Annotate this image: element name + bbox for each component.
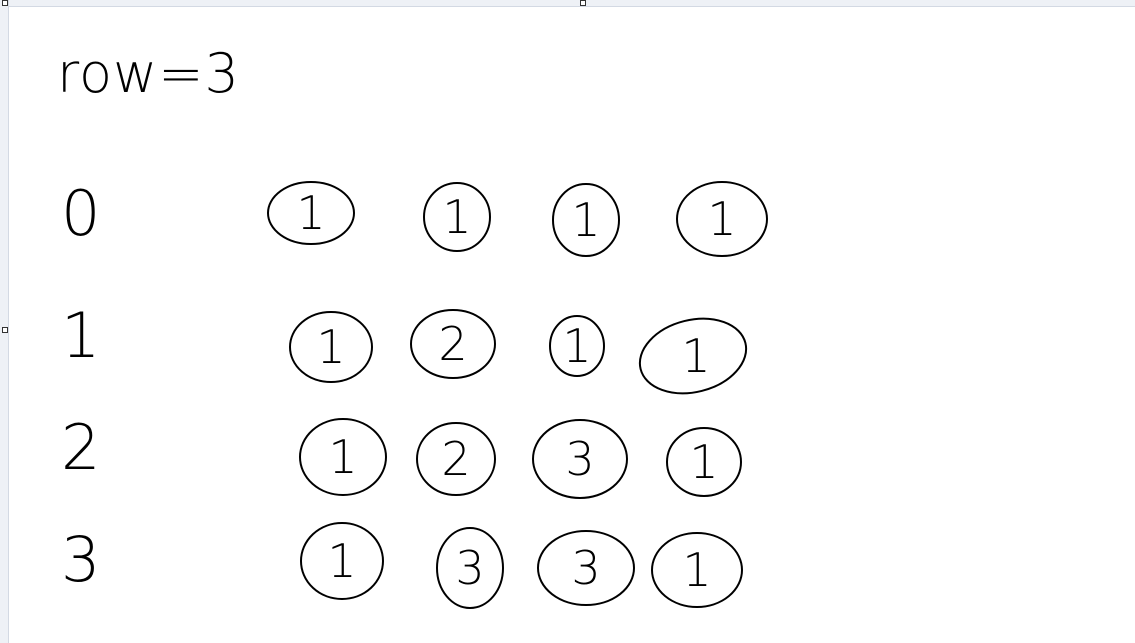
cell-value: 2 <box>441 432 471 486</box>
cell-value: 3 <box>565 432 595 486</box>
cell-value: 1 <box>562 319 592 373</box>
resize-handle-top[interactable] <box>580 0 586 6</box>
cell-value: 1 <box>682 543 712 597</box>
cell-value: 1 <box>316 320 346 374</box>
canvas-top-ruler <box>0 0 1135 7</box>
resize-handle-left[interactable] <box>2 327 8 333</box>
cell-value: 1 <box>707 192 737 246</box>
cell-value: 1 <box>689 435 719 489</box>
cell-value: 1 <box>328 430 358 484</box>
cell-value: 1 <box>296 186 326 240</box>
cell-value: 3 <box>455 541 485 595</box>
canvas-left-ruler <box>0 0 9 643</box>
cell-value: 1 <box>571 193 601 247</box>
resize-handle-top-left[interactable] <box>2 0 8 6</box>
drawing-canvas[interactable]: row=3 0 1 2 3 1 1 1 1 1 2 1 1 1 2 3 1 1 … <box>9 7 1135 643</box>
cell-value: 1 <box>327 534 357 588</box>
cell-value: 2 <box>438 317 468 371</box>
cell-value: 3 <box>571 541 601 595</box>
cell-value: 1 <box>681 329 711 383</box>
cell-value: 1 <box>442 190 472 244</box>
